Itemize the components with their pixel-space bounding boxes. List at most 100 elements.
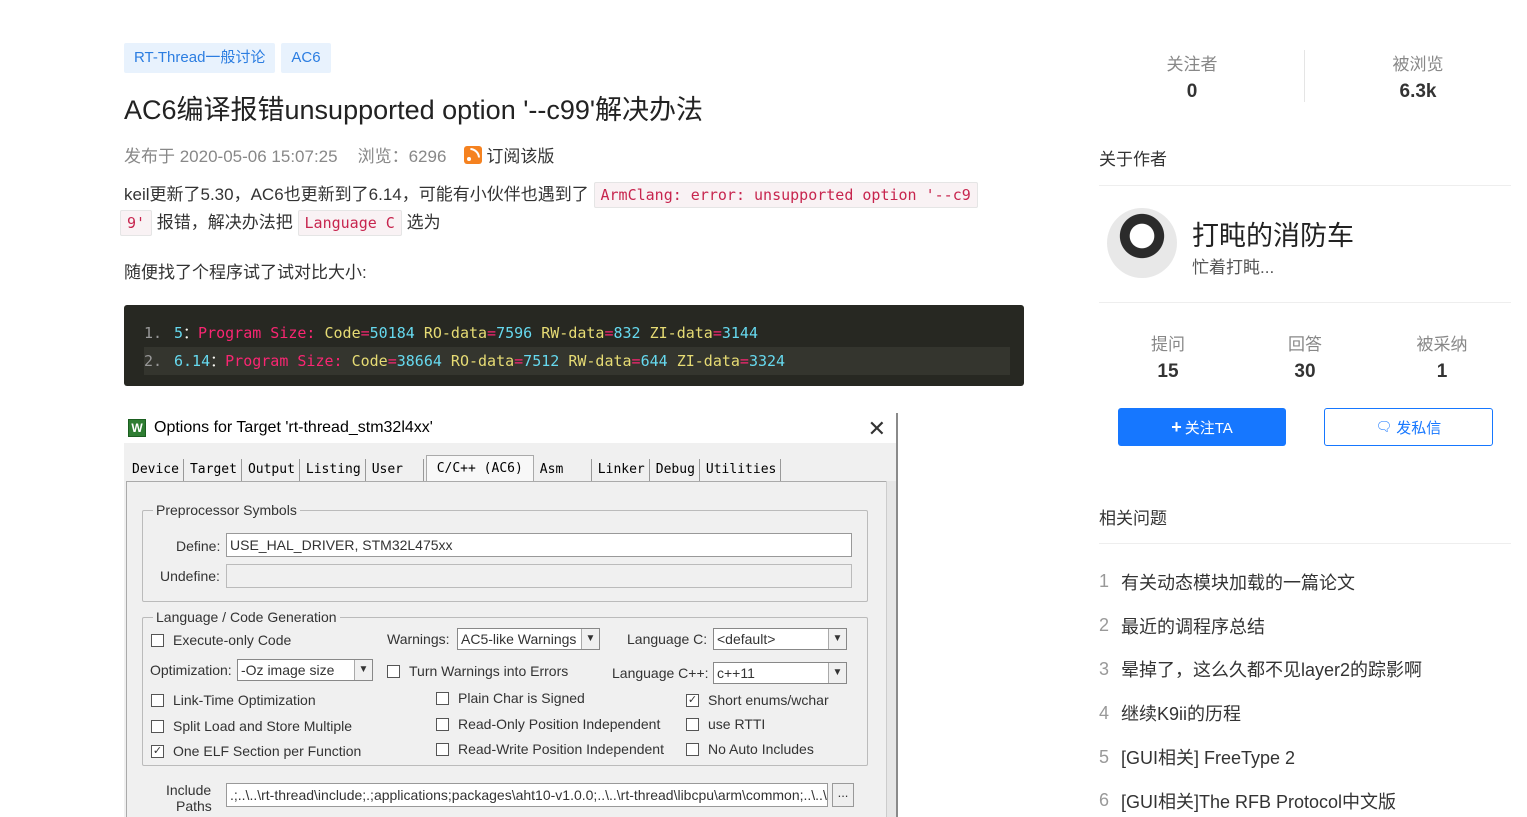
item-number: 2 xyxy=(1099,615,1110,636)
item-number: 6 xyxy=(1099,790,1110,811)
item-text[interactable]: [GUI相关]The RFB Protocol中文版 xyxy=(1121,788,1396,814)
message-button[interactable]: 🗨 发私信 xyxy=(1324,408,1493,446)
checkbox-label: Split Load and Store Multiple xyxy=(173,718,352,734)
checkbox-box xyxy=(436,717,449,731)
tag-rt-thread[interactable]: RT-Thread一般讨论 xyxy=(124,43,276,73)
checkbox-box xyxy=(151,719,164,733)
rwpi-checkbox[interactable]: Read-Write Position Independent xyxy=(436,741,664,757)
include-paths-input[interactable]: .;..\..\rt-thread\include;.;applications… xyxy=(226,783,828,807)
list-item[interactable]: 6 [GUI相关]The RFB Protocol中文版 xyxy=(1099,779,1422,817)
accepted-label: 被采纳 xyxy=(1416,335,1468,354)
rw-key: RW-data xyxy=(541,324,605,342)
no-auto-includes-checkbox[interactable]: No Auto Includes xyxy=(686,741,814,757)
close-icon[interactable]: ✕ xyxy=(868,416,886,442)
tab-asm[interactable]: Asm xyxy=(535,459,592,481)
chat-icon: 🗨 xyxy=(1375,419,1393,434)
message-label: 发私信 xyxy=(1396,419,1442,437)
followers-stat: 关注者 0 xyxy=(1152,50,1232,103)
related-list: 1 有关动态模块加载的一篇论文 2 最近的调程序总结 3 晕掉了，这么久都不见laye… xyxy=(1099,560,1422,817)
list-item[interactable]: 2 最近的调程序总结 xyxy=(1099,604,1422,648)
list-item[interactable]: 4 继续K9ii的历程 xyxy=(1099,691,1422,735)
code-key: Code xyxy=(351,352,388,370)
tab-target[interactable]: Target xyxy=(185,459,242,481)
accepted-value: 1 xyxy=(1436,361,1448,382)
tab-output[interactable]: Output xyxy=(243,459,300,481)
checkbox-box xyxy=(436,691,449,705)
tab-listing[interactable]: Listing xyxy=(301,459,366,481)
subscribe-link[interactable]: 订阅该版 xyxy=(486,142,554,167)
publish-time: 发布于 2020-05-06 15:07:25 xyxy=(124,147,338,166)
article-meta: 发布于 2020-05-06 15:07:25 浏览：6296 订阅该版 xyxy=(124,142,554,167)
browse-button[interactable]: ... xyxy=(832,783,854,807)
scrollbar[interactable] xyxy=(886,481,896,817)
checkbox-label: Link-Time Optimization xyxy=(173,692,316,708)
turn-warnings-checkbox[interactable]: Turn Warnings into Errors xyxy=(387,663,568,679)
list-item[interactable]: 3 晕掉了，这么久都不见layer2的踪影啊 xyxy=(1099,648,1422,692)
use-rtti-checkbox[interactable]: use RTTI xyxy=(686,716,765,732)
lto-checkbox[interactable]: Link-Time Optimization xyxy=(151,692,316,708)
tab-device[interactable]: Device xyxy=(128,459,184,481)
define-input[interactable]: USE_HAL_DRIVER, STM32L475xx xyxy=(226,533,852,557)
item-text[interactable]: 继续K9ii的历程 xyxy=(1121,700,1241,726)
tab-utilities[interactable]: Utilities xyxy=(701,459,782,481)
language-c-label: Language C: xyxy=(627,631,708,647)
language-cpp-select[interactable]: c++11 ▼ xyxy=(713,662,847,684)
checkbox-label: No Auto Includes xyxy=(708,741,814,757)
one-elf-checkbox[interactable]: ✓ One ELF Section per Function xyxy=(151,743,361,759)
line-number: 2. xyxy=(144,352,163,370)
warnings-select[interactable]: AC5-like Warnings ▼ xyxy=(457,628,600,650)
follow-button[interactable]: + 关注TA xyxy=(1118,408,1286,446)
ro-key: RO-data xyxy=(423,324,488,342)
warnings-label: Warnings: xyxy=(387,631,450,647)
line-number: 1. xyxy=(144,324,163,342)
article-title: AC6编译报错unsupported option '--c99'解决办法 xyxy=(124,95,704,125)
item-text[interactable]: 有关动态模块加载的一篇论文 xyxy=(1121,569,1355,595)
plain-char-checkbox[interactable]: Plain Char is Signed xyxy=(436,690,585,706)
author-name[interactable]: 打盹的消防车 xyxy=(1192,214,1354,253)
optimization-value: -Oz image size xyxy=(241,662,335,678)
paragraph-1-text: keil更新了5.30，AC6也更新到了6.14，可能有小伙伴也遇到了 xyxy=(124,185,589,204)
item-text[interactable]: 晕掉了，这么久都不见layer2的踪影啊 xyxy=(1121,656,1422,682)
list-item[interactable]: 5 [GUI相关] FreeType 2 xyxy=(1099,735,1422,779)
rss-icon[interactable] xyxy=(464,145,483,164)
divider xyxy=(1099,185,1511,186)
split-load-checkbox[interactable]: Split Load and Store Multiple xyxy=(151,718,352,734)
tab-user[interactable]: User xyxy=(367,459,424,481)
item-text[interactable]: [GUI相关] FreeType 2 xyxy=(1121,744,1295,770)
paragraph-2-text: 报错，解决办法把 xyxy=(156,213,293,232)
warnings-value: AC5-like Warnings xyxy=(461,631,577,647)
dialog-titlebar: W Options for Target 'rt-thread_stm32l4x… xyxy=(124,413,896,443)
tag-ac6[interactable]: AC6 xyxy=(281,43,331,73)
execute-only-checkbox[interactable]: Execute-only Code xyxy=(151,632,291,648)
ropi-checkbox[interactable]: Read-Only Position Independent xyxy=(436,716,660,732)
tab-debug[interactable]: Debug xyxy=(651,459,700,481)
chevron-down-icon: ▼ xyxy=(828,629,846,649)
view-count: 浏览：6296 xyxy=(357,147,447,166)
checkbox-label: Read-Write Position Independent xyxy=(458,741,664,757)
optimization-select[interactable]: -Oz image size ▼ xyxy=(237,659,373,681)
language-c-select[interactable]: <default> ▼ xyxy=(713,628,847,650)
optimization-label: Optimization: xyxy=(150,662,232,678)
checkbox-box xyxy=(151,633,164,647)
tab-linker[interactable]: Linker xyxy=(593,459,650,481)
dialog-tabs: Device Target Output Listing User C/C++ … xyxy=(128,455,783,481)
accepted-stat[interactable]: 被采纳 1 xyxy=(1402,330,1482,383)
code-line-1: 1. 5： Program Size: Code = 50184 RO-data = 75… xyxy=(144,319,1010,347)
item-number: 1 xyxy=(1099,571,1110,592)
language-c-value: <default> xyxy=(717,631,776,647)
avatar[interactable] xyxy=(1107,208,1177,278)
tab-c-cpp-ac6[interactable]: C/C++ (AC6) xyxy=(425,455,534,481)
checkbox-label: Read-Only Position Independent xyxy=(458,716,661,732)
views-label: 被浏览 xyxy=(1392,55,1444,74)
list-item[interactable]: 1 有关动态模块加载的一篇论文 xyxy=(1099,560,1422,604)
short-enums-checkbox[interactable]: ✓ Short enums/wchar xyxy=(686,692,829,708)
inline-code-error: ArmClang: error: unsupported option '--c… xyxy=(593,182,978,208)
answers-stat[interactable]: 回答 30 xyxy=(1265,330,1345,383)
item-text[interactable]: 最近的调程序总结 xyxy=(1121,613,1265,639)
undefine-label: Undefine: xyxy=(160,568,220,584)
checkbox-label: Short enums/wchar xyxy=(708,692,829,708)
author-signature: 忙着打盹... xyxy=(1192,258,1275,277)
questions-stat[interactable]: 提问 15 xyxy=(1128,330,1208,383)
undefine-input[interactable] xyxy=(226,564,852,588)
checkbox-box xyxy=(686,717,699,731)
